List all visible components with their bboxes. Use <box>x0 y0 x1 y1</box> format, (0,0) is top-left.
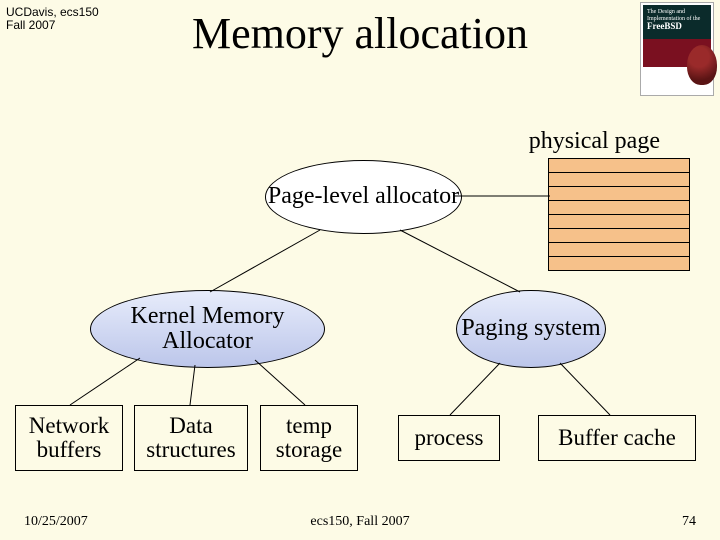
book-title: FreeBSD <box>647 21 682 31</box>
leaf-temp-storage: temp storage <box>260 405 358 471</box>
leaf-label: Buffer cache <box>558 426 676 450</box>
node-label: Paging system <box>461 316 600 341</box>
footer-course-term: ecs150, Fall 2007 <box>0 514 720 530</box>
physical-page-label: physical page <box>529 128 660 155</box>
node-paging-system: Paging system <box>456 290 606 368</box>
leaf-network-buffers: Network buffers <box>15 405 123 471</box>
leaf-label: Network buffers <box>16 414 122 462</box>
page-row <box>549 215 689 229</box>
leaf-label: process <box>415 426 484 450</box>
page-row <box>549 173 689 187</box>
node-label: Page-level allocator <box>268 184 459 209</box>
leaf-label: temp storage <box>261 414 357 462</box>
page-row <box>549 187 689 201</box>
page-row <box>549 229 689 243</box>
leaf-label: Data structures <box>135 414 247 462</box>
leaf-process: process <box>398 415 500 461</box>
page-row <box>549 257 689 270</box>
node-page-level-allocator: Page-level allocator <box>265 160 462 234</box>
page-row <box>549 201 689 215</box>
node-label: Kernel Memory Allocator <box>91 304 324 354</box>
leaf-data-structures: Data structures <box>134 405 248 471</box>
page-title: Memory allocation <box>0 8 720 59</box>
page-row <box>549 159 689 173</box>
footer-page-number: 74 <box>682 514 696 530</box>
node-kernel-memory-allocator: Kernel Memory Allocator <box>90 290 325 368</box>
book-cover-thumbnail: The Design and Implementation of the Fre… <box>640 2 714 96</box>
physical-pages-diagram <box>548 158 690 271</box>
page-row <box>549 243 689 257</box>
leaf-buffer-cache: Buffer cache <box>538 415 696 461</box>
